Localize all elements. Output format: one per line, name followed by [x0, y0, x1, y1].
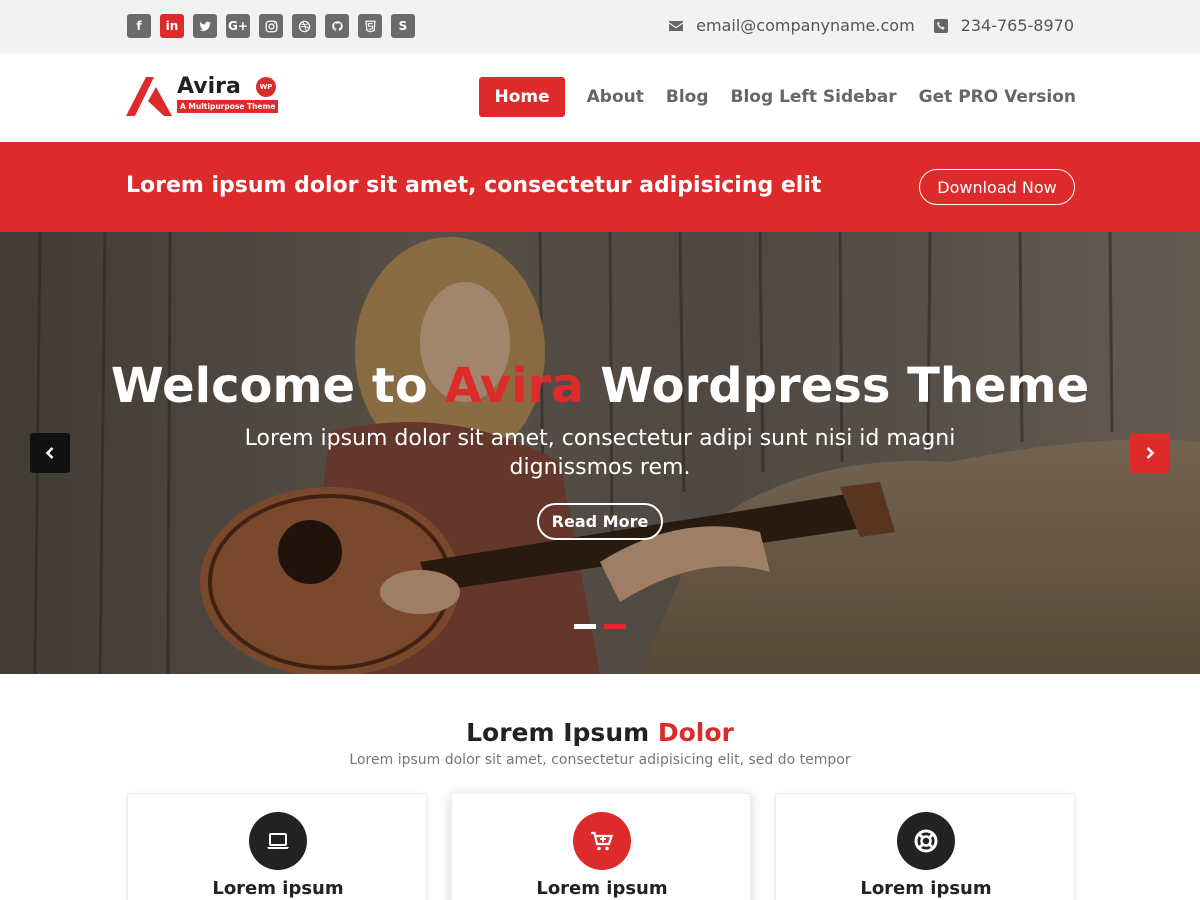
life-ring-icon — [897, 812, 955, 870]
nav-blog-left-sidebar[interactable]: Blog Left Sidebar — [731, 87, 897, 107]
promo-banner: Lorem ipsum dolor sit amet, consectetur … — [0, 142, 1200, 232]
nav-get-pro-version[interactable]: Get PRO Version — [919, 87, 1076, 107]
envelope-icon — [669, 20, 684, 31]
chevron-left-icon — [45, 447, 54, 459]
email-item[interactable]: email@companyname.com — [668, 16, 915, 35]
download-now-button[interactable]: Download Now — [919, 169, 1075, 205]
hero-title-end: Wordpress Theme — [583, 358, 1090, 414]
phone-text: 234-765-8970 — [960, 16, 1074, 35]
dribbble-icon[interactable] — [292, 14, 316, 38]
banner-text: Lorem ipsum dolor sit amet, consectetur … — [126, 173, 822, 198]
service-card[interactable]: Lorem ipsum — [451, 793, 751, 900]
services-title-accent: Dolor — [657, 718, 734, 747]
github-icon[interactable] — [325, 14, 349, 38]
slider-dots — [574, 624, 626, 629]
phone-item[interactable]: 234-765-8970 — [933, 16, 1074, 35]
skype-glyph: S — [398, 19, 408, 33]
main-nav: Home About Blog Blog Left Sidebar Get PR… — [479, 77, 1076, 117]
service-card[interactable]: Lorem ipsum — [127, 793, 427, 900]
slider-dot-2[interactable] — [604, 624, 626, 629]
chevron-right-icon — [1146, 447, 1155, 459]
hero-title: Welcome to Avira Wordpress Theme — [0, 358, 1200, 414]
services-title: Lorem Ipsum Dolor — [0, 718, 1200, 747]
cart-icon — [573, 812, 631, 870]
services-subtitle: Lorem ipsum dolor sit amet, consectetur … — [349, 752, 851, 768]
laptop-icon — [249, 812, 307, 870]
top-bar: f in G+ S email@companyname.com 234-765-… — [0, 0, 1200, 54]
service-card-title: Lorem ipsum — [536, 878, 668, 899]
services-title-start: Lorem Ipsum — [466, 718, 658, 747]
logo-badge: WP — [256, 77, 276, 97]
nav-blog[interactable]: Blog — [666, 87, 709, 107]
html5-icon[interactable] — [358, 14, 382, 38]
read-more-button[interactable]: Read More — [537, 503, 663, 540]
google-plus-icon[interactable]: G+ — [226, 14, 250, 38]
service-card-title: Lorem ipsum — [860, 878, 992, 899]
phone-icon — [933, 18, 948, 33]
site-logo[interactable]: Avira WP A Multipurpose Theme — [126, 74, 279, 118]
hero-slider: Welcome to Avira Wordpress Theme Lorem i… — [0, 232, 1200, 674]
nav-about[interactable]: About — [587, 87, 644, 107]
slider-next-button[interactable] — [1130, 433, 1170, 473]
facebook-glyph: f — [136, 19, 142, 33]
slider-dot-1[interactable] — [574, 624, 596, 629]
service-card[interactable]: Lorem ipsum — [775, 793, 1075, 900]
contact-info: email@companyname.com 234-765-8970 — [668, 16, 1074, 35]
social-links: f in G+ S — [127, 14, 415, 38]
logo-title: Avira — [177, 74, 241, 99]
google-plus-glyph: G+ — [228, 19, 248, 33]
hero-title-accent: Avira — [444, 358, 584, 414]
instagram-icon[interactable] — [259, 14, 283, 38]
twitter-icon[interactable] — [193, 14, 217, 38]
logo-tagline: A Multipurpose Theme — [177, 100, 279, 113]
skype-icon[interactable]: S — [391, 14, 415, 38]
facebook-icon[interactable]: f — [127, 14, 151, 38]
service-card-title: Lorem ipsum — [212, 878, 344, 899]
hero-title-start: Welcome to — [110, 358, 445, 414]
site-header: Avira WP A Multipurpose Theme Home About… — [0, 54, 1200, 142]
nav-home[interactable]: Home — [479, 77, 565, 117]
slider-prev-button[interactable] — [30, 433, 70, 473]
linkedin-icon[interactable]: in — [160, 14, 184, 38]
logo-mark-icon — [126, 77, 172, 116]
linkedin-glyph: in — [165, 19, 179, 33]
hero-subtitle: Lorem ipsum dolor sit amet, consectetur … — [244, 426, 956, 480]
email-text: email@companyname.com — [696, 16, 915, 35]
